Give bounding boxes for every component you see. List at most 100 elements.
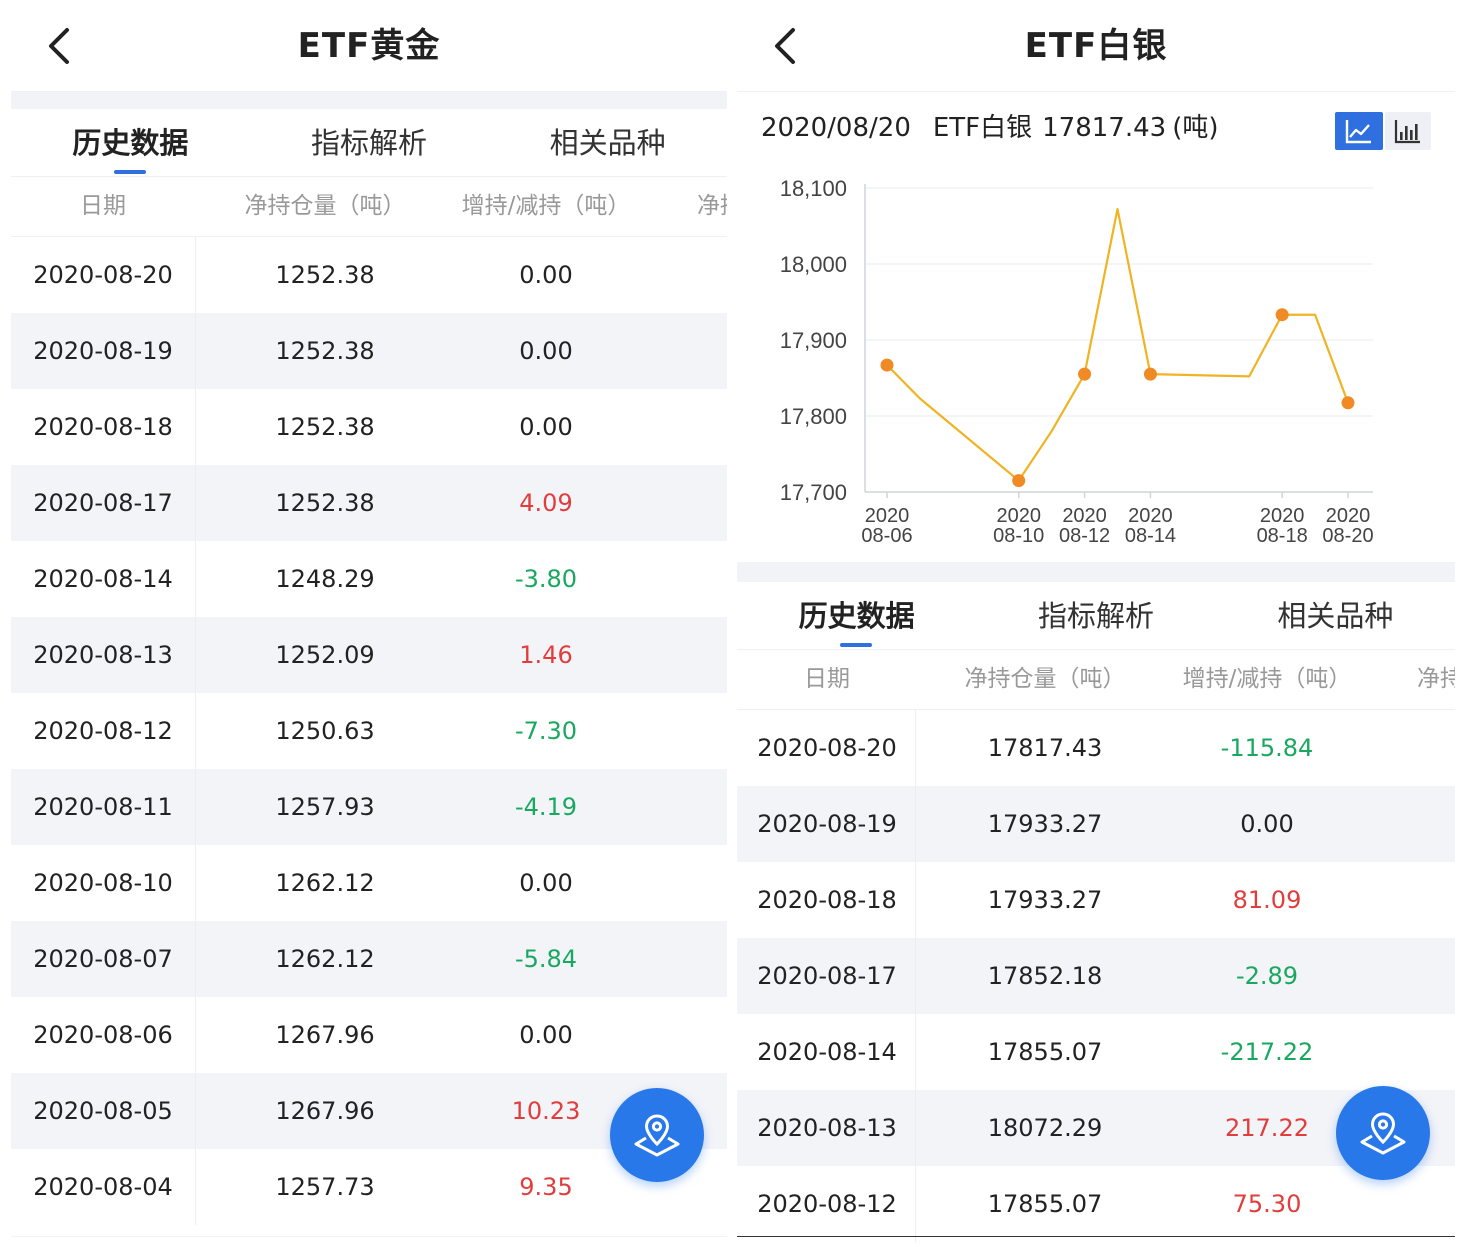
table-row[interactable]: 2020-08-18 17933.27 81.09	[737, 862, 1455, 938]
x-tick-label-date: 08-06	[861, 525, 912, 547]
cell-holding: 18072.29	[987, 1114, 1103, 1142]
header: ETF黄金	[11, 0, 727, 92]
y-tick-label: 17,700	[780, 480, 847, 505]
table-row[interactable]: 2020-08-19 17933.27 0.00	[737, 786, 1455, 862]
map-pin-icon	[1360, 1112, 1406, 1155]
y-tick-label: 17,800	[780, 404, 847, 429]
table-row[interactable]: 2020-08-12 17855.07 75.30	[737, 1166, 1455, 1242]
cell-date: 2020-08-07	[33, 945, 173, 973]
tab-label: 历史数据	[798, 599, 915, 633]
table-row[interactable]: 2020-08-20 1252.38 0.00	[11, 237, 727, 313]
table-row[interactable]: 2020-08-12 1250.63 -7.30	[11, 693, 727, 769]
cell-change: 0.00	[519, 337, 573, 365]
x-tick-label-date: 08-14	[1125, 525, 1176, 547]
page-title: ETF白银	[1024, 26, 1168, 66]
tab-label: 相关品种	[1277, 599, 1394, 633]
cell-holding: 1267.96	[275, 1021, 375, 1049]
tab-indicator[interactable]: 指标解析	[976, 582, 1215, 649]
table-row[interactable]: 2020-08-14 17855.07 -217.22	[737, 1014, 1455, 1090]
x-tick-label-year: 2020	[1062, 505, 1107, 527]
bar-chart-icon	[1394, 120, 1420, 144]
cell-date: 2020-08-17	[757, 962, 897, 990]
table-row[interactable]: 2020-08-13 1252.09 1.46	[11, 617, 727, 693]
cell-date: 2020-08-10	[33, 869, 173, 897]
tab-related[interactable]: 相关品种	[1216, 582, 1455, 649]
table-row[interactable]: 2020-08-11 1257.93 -4.19	[11, 769, 727, 845]
x-tick-label-date: 08-12	[1059, 525, 1110, 547]
cell-holding: 1262.12	[275, 869, 375, 897]
table-row[interactable]: 2020-08-17 17852.18 -2.89	[737, 938, 1455, 1014]
map-location-button[interactable]	[610, 1088, 704, 1182]
cell-change: 0.00	[1240, 810, 1294, 838]
x-tick-label-date: 08-20	[1322, 525, 1373, 547]
table-row[interactable]: 2020-08-19 1252.38 0.00	[11, 313, 727, 389]
data-point	[880, 358, 894, 372]
tab-indicator[interactable]: 指标解析	[250, 109, 489, 176]
chart-header: 2020/08/20 ETF白银 17817.43 (吨)	[737, 92, 1455, 172]
data-point	[1275, 308, 1289, 322]
caption-name: ETF白银	[932, 113, 1033, 143]
cell-holding: 1262.12	[275, 945, 375, 973]
table-header: 日期 净持仓量（吨） 增持/减持（吨） 净持	[737, 650, 1455, 710]
cell-holding: 1250.63	[275, 717, 375, 745]
column-holding: 净持仓量（吨）	[244, 193, 406, 219]
column-net: 净持	[1417, 666, 1455, 692]
tab-bar: 历史数据 指标解析 相关品种	[737, 582, 1455, 650]
caption-unit: (吨)	[1172, 113, 1219, 143]
cell-holding: 17817.43	[987, 734, 1103, 762]
table-row[interactable]: 2020-08-18 1252.38 0.00	[11, 389, 727, 465]
cell-change: 0.00	[519, 413, 573, 441]
cell-date: 2020-08-06	[33, 1021, 173, 1049]
cell-date: 2020-08-18	[757, 886, 897, 914]
x-tick-label-date: 08-10	[993, 525, 1044, 547]
cell-change: 4.09	[519, 489, 573, 517]
cell-date: 2020-08-18	[33, 413, 173, 441]
cell-holding: 17855.07	[987, 1190, 1103, 1218]
cell-change: 217.22	[1225, 1114, 1309, 1142]
y-tick-label: 17,900	[780, 328, 847, 353]
bottom-edge	[737, 1236, 1455, 1237]
x-tick-label-year: 2020	[865, 505, 910, 527]
x-tick-label-date: 08-18	[1257, 525, 1308, 547]
caption-value: 17817.43	[1042, 113, 1167, 143]
cell-holding: 17855.07	[987, 1038, 1103, 1066]
tab-label: 指标解析	[311, 126, 428, 160]
cell-date: 2020-08-13	[33, 641, 173, 669]
map-location-button[interactable]	[1336, 1086, 1430, 1180]
cell-change: -7.30	[514, 717, 578, 745]
table-row[interactable]: 2020-08-07 1262.12 -5.84	[11, 921, 727, 997]
cell-holding: 1257.93	[275, 793, 375, 821]
table-row[interactable]: 2020-08-10 1262.12 0.00	[11, 845, 727, 921]
tab-underline	[114, 170, 146, 174]
bar-chart-toggle[interactable]	[1385, 112, 1431, 150]
table-header: 日期 净持仓量（吨） 增持/减持（吨） 净持	[11, 177, 727, 237]
cell-change: 9.35	[519, 1173, 573, 1201]
cell-change: -3.80	[514, 565, 578, 593]
cell-holding: 1257.73	[275, 1173, 375, 1201]
cell-date: 2020-08-17	[33, 489, 173, 517]
cell-holding: 1252.09	[275, 641, 375, 669]
tab-history[interactable]: 历史数据	[11, 109, 250, 176]
cell-date: 2020-08-14	[757, 1038, 897, 1066]
y-tick-label: 18,000	[780, 252, 847, 277]
table-row[interactable]: 2020-08-06 1267.96 0.00	[11, 997, 727, 1073]
table-row[interactable]: 2020-08-20 17817.43 -115.84	[737, 710, 1455, 786]
section-divider	[737, 562, 1455, 582]
header: ETF白银	[737, 0, 1455, 92]
tab-history[interactable]: 历史数据	[737, 582, 976, 649]
tab-related[interactable]: 相关品种	[488, 109, 727, 176]
cell-date: 2020-08-05	[33, 1097, 173, 1125]
cell-date: 2020-08-04	[33, 1173, 173, 1201]
x-tick-label-year: 2020	[1260, 505, 1305, 527]
cell-change: -5.84	[514, 945, 578, 973]
cell-change: 81.09	[1232, 886, 1302, 914]
tab-underline	[840, 643, 872, 647]
column-date: 日期	[804, 666, 850, 692]
column-date: 日期	[80, 193, 126, 219]
gold-panel: ETF黄金 历史数据 指标解析 相关品种 日期 净持仓量（吨） 增持/减持（吨）…	[11, 0, 727, 1247]
cell-date: 2020-08-13	[757, 1114, 897, 1142]
cell-date: 2020-08-20	[757, 734, 897, 762]
table-row[interactable]: 2020-08-17 1252.38 4.09	[11, 465, 727, 541]
line-chart-toggle[interactable]	[1335, 112, 1383, 150]
table-row[interactable]: 2020-08-14 1248.29 -3.80	[11, 541, 727, 617]
